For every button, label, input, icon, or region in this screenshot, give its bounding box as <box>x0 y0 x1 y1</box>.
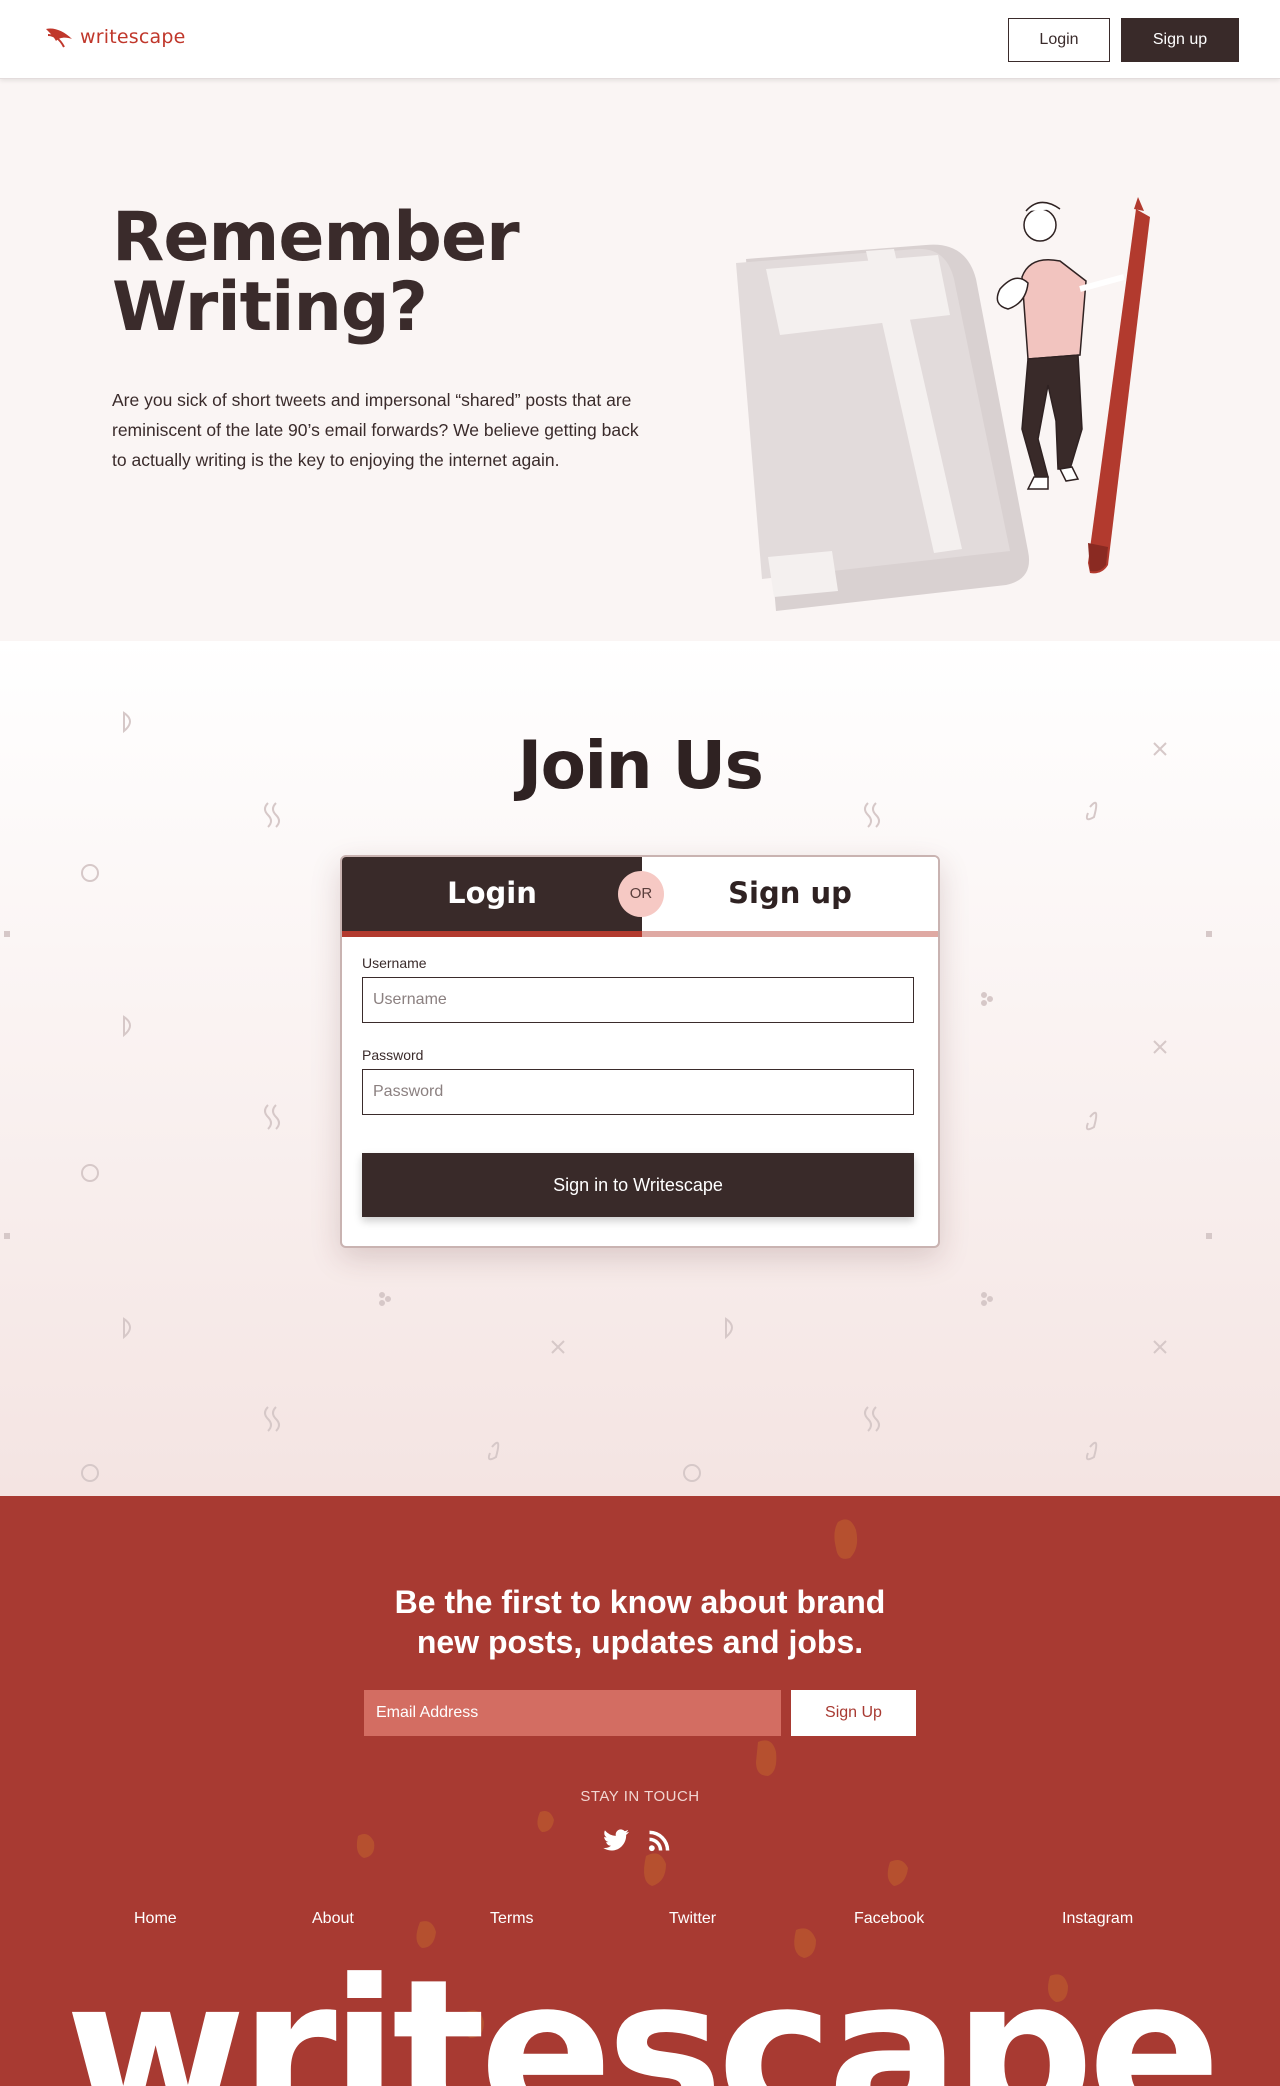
twitter-icon[interactable] <box>602 1826 630 1854</box>
stay-in-touch-label: STAY IN TOUCH <box>580 1788 700 1805</box>
password-label: Password <box>362 1047 424 1063</box>
auth-card: Login Sign up OR Username Password Sign … <box>340 855 940 1248</box>
notebook-illustration <box>736 244 1030 611</box>
hero-section: Remember Writing? Are you sick of short … <box>0 79 1280 641</box>
email-input[interactable] <box>364 1690 781 1736</box>
hero-title: Remember Writing? <box>112 203 520 343</box>
footer-link-terms[interactable]: Terms <box>490 1910 534 1928</box>
footer-section: Be the first to know about brand new pos… <box>0 1496 1280 2086</box>
join-title: Join Us <box>517 727 764 804</box>
username-input[interactable] <box>362 977 914 1023</box>
username-label: Username <box>362 955 427 971</box>
newsletter-title-line1: Be the first to know about brand <box>394 1584 886 1620</box>
newsletter-title: Be the first to know about brand new pos… <box>0 1582 1280 1662</box>
sign-in-button[interactable]: Sign in to Writescape <box>362 1153 914 1217</box>
social-icons <box>602 1826 674 1854</box>
pencil-illustration <box>1088 197 1150 574</box>
tab-login[interactable]: Login <box>342 857 642 937</box>
password-input[interactable] <box>362 1069 914 1115</box>
hero-title-line1: Remember <box>112 198 520 277</box>
tab-signup[interactable]: Sign up <box>642 857 938 937</box>
rss-icon[interactable] <box>646 1826 674 1854</box>
footer-link-instagram[interactable]: Instagram <box>1062 1910 1133 1928</box>
footer-link-facebook[interactable]: Facebook <box>854 1910 924 1928</box>
top-navbar: writescape Login Sign up <box>0 0 1280 79</box>
quill-icon <box>46 28 72 48</box>
brand-name: writescape <box>80 26 186 48</box>
footer-link-home[interactable]: Home <box>134 1910 177 1928</box>
footer-link-twitter[interactable]: Twitter <box>669 1910 716 1928</box>
newsletter-signup-button[interactable]: Sign Up <box>791 1690 916 1736</box>
signup-button[interactable]: Sign up <box>1121 18 1239 62</box>
hero-title-line2: Writing? <box>112 268 428 347</box>
hero-description: Are you sick of short tweets and imperso… <box>112 390 639 470</box>
writer-illustration <box>736 197 1150 611</box>
newsletter-title-line2: new posts, updates and jobs. <box>416 1624 864 1660</box>
footer-wordmark: writescape <box>65 1938 1221 2086</box>
join-section: Join Us Login Sign up OR Username Passwo… <box>0 641 1280 1496</box>
brand-logo[interactable]: writescape <box>44 25 186 49</box>
footer-link-about[interactable]: About <box>312 1910 354 1928</box>
login-button[interactable]: Login <box>1008 18 1110 62</box>
or-badge: OR <box>618 871 664 917</box>
